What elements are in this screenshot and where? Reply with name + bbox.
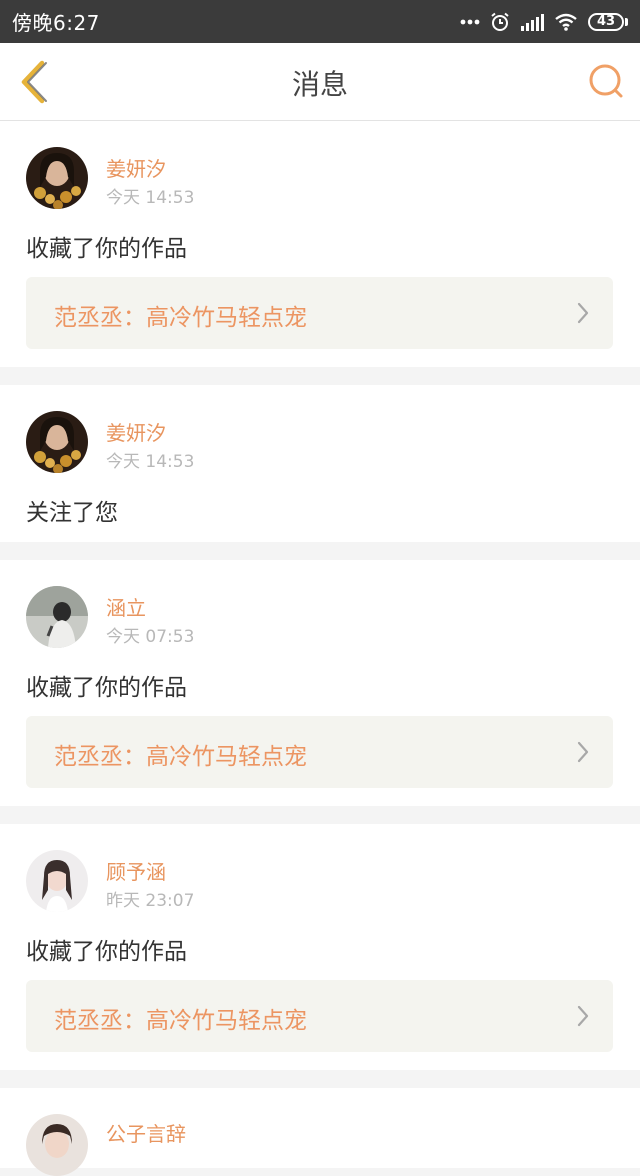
chevron-right-icon bbox=[577, 741, 589, 763]
message-card: 姜妍汐 今天 14:53 关注了您 bbox=[0, 385, 640, 542]
search-icon[interactable] bbox=[586, 61, 626, 101]
message-card: 姜妍汐 今天 14:53 收藏了你的作品 范丞丞：高冷竹马轻点宠 bbox=[0, 121, 640, 367]
message-time: 昨天 23:07 bbox=[106, 891, 195, 911]
chevron-right-icon bbox=[577, 1005, 589, 1027]
work-title: 范丞丞：高冷竹马轻点宠 bbox=[54, 744, 307, 770]
user-name[interactable]: 涵立 bbox=[106, 592, 146, 621]
nav-bar: 消息 bbox=[0, 43, 640, 121]
battery-icon: 43 bbox=[588, 12, 628, 31]
message-list: 姜妍汐 今天 14:53 收藏了你的作品 范丞丞：高冷竹马轻点宠 姜妍汐 今天 … bbox=[0, 121, 640, 1176]
work-link[interactable]: 范丞丞：高冷竹马轻点宠 bbox=[26, 980, 613, 1052]
user-name[interactable]: 顾予涵 bbox=[106, 856, 166, 885]
message-action: 关注了您 bbox=[26, 500, 118, 526]
battery-level: 43 bbox=[588, 12, 624, 31]
avatar[interactable] bbox=[26, 850, 88, 912]
page-title: 消息 bbox=[291, 68, 348, 101]
avatar[interactable] bbox=[26, 147, 88, 209]
work-title: 范丞丞：高冷竹马轻点宠 bbox=[54, 305, 307, 331]
message-time: 今天 14:53 bbox=[106, 452, 195, 472]
user-name[interactable]: 姜妍汐 bbox=[106, 417, 166, 446]
more-dots-icon bbox=[460, 19, 480, 24]
status-icons: 43 bbox=[460, 12, 628, 32]
work-link[interactable]: 范丞丞：高冷竹马轻点宠 bbox=[26, 277, 613, 349]
message-card: 涵立 今天 07:53 收藏了你的作品 范丞丞：高冷竹马轻点宠 bbox=[0, 560, 640, 806]
message-card: 顾予涵 昨天 23:07 收藏了你的作品 范丞丞：高冷竹马轻点宠 bbox=[0, 824, 640, 1070]
message-card: 公子言辞 bbox=[0, 1088, 640, 1176]
avatar[interactable] bbox=[26, 411, 88, 473]
status-time: 傍晚6:27 bbox=[12, 11, 100, 35]
message-action: 收藏了你的作品 bbox=[26, 236, 187, 262]
message-action: 收藏了你的作品 bbox=[26, 675, 187, 701]
user-name[interactable]: 姜妍汐 bbox=[106, 153, 166, 182]
wifi-icon bbox=[555, 13, 577, 31]
user-name[interactable]: 公子言辞 bbox=[106, 1118, 186, 1147]
work-title: 范丞丞：高冷竹马轻点宠 bbox=[54, 1008, 307, 1034]
signal-icon bbox=[521, 13, 544, 31]
chevron-right-icon bbox=[577, 302, 589, 324]
avatar[interactable] bbox=[26, 1114, 88, 1176]
work-link[interactable]: 范丞丞：高冷竹马轻点宠 bbox=[26, 716, 613, 788]
message-time: 今天 07:53 bbox=[106, 627, 195, 647]
alarm-icon bbox=[491, 12, 509, 31]
message-time: 今天 14:53 bbox=[106, 188, 195, 208]
message-action: 收藏了你的作品 bbox=[26, 939, 187, 965]
avatar[interactable] bbox=[26, 586, 88, 648]
status-bar: 傍晚6:27 43 bbox=[0, 0, 640, 43]
